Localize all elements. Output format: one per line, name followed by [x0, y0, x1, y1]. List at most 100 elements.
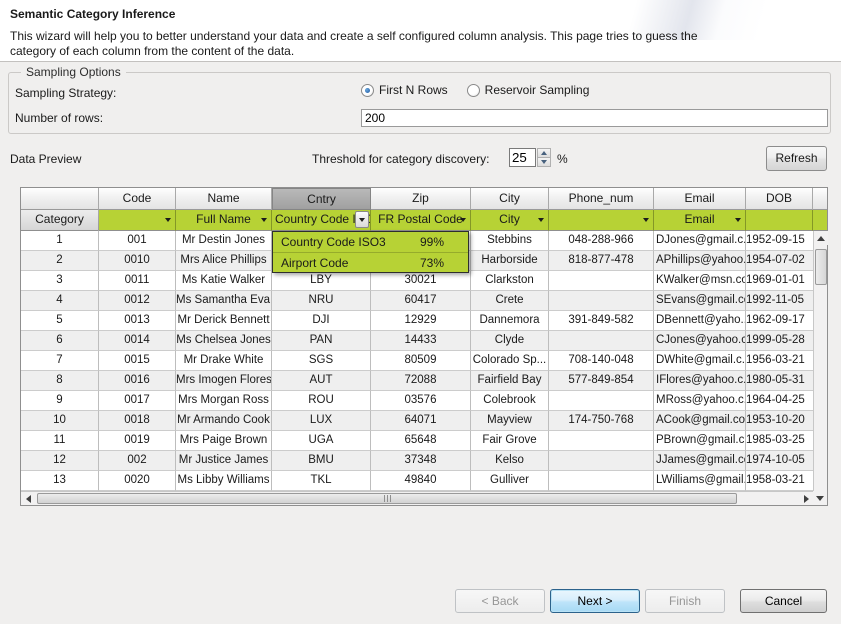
- cell-dob: 1958-03-21: [746, 471, 813, 491]
- cell-code: 0019: [99, 431, 176, 451]
- cell-code: 001: [99, 231, 176, 251]
- cell-zip: 49840: [371, 471, 471, 491]
- cell-cntry: TKL: [272, 471, 371, 491]
- cell-zip: 64071: [371, 411, 471, 431]
- cell-name: Mr Drake White: [176, 351, 272, 371]
- row-number-cell: 5: [21, 311, 99, 331]
- cell-dob: 1952-09-15: [746, 231, 813, 251]
- horizontal-scroll-thumb[interactable]: [37, 493, 737, 504]
- cell-zip: 65648: [371, 431, 471, 451]
- description-line-2: category of each column from the content…: [10, 44, 698, 59]
- category-select-dob[interactable]: [746, 210, 813, 231]
- cell-email: SEvans@gmail.com: [654, 291, 746, 311]
- dropdown-item[interactable]: Country Code ISO3 99%: [273, 232, 468, 252]
- table-header-row: Code Name Cntry Zip City Phone_num Email…: [21, 188, 827, 210]
- scroll-right-icon: [804, 495, 809, 503]
- category-select-email[interactable]: Email: [654, 210, 746, 231]
- cell-name: Ms Samantha Eva...: [176, 291, 272, 311]
- row-number-cell: 2: [21, 251, 99, 271]
- cell-code: 0017: [99, 391, 176, 411]
- threshold-unit: %: [557, 152, 568, 166]
- cell-name: Mr Destin Jones: [176, 231, 272, 251]
- category-select-city[interactable]: City: [471, 210, 549, 231]
- cell-cntry: ROU: [272, 391, 371, 411]
- row-number-cell: 6: [21, 331, 99, 351]
- cell-city: Colorado Sp...: [471, 351, 549, 371]
- cell-name: Mr Derick Bennett: [176, 311, 272, 331]
- finish-button[interactable]: Finish: [645, 589, 725, 613]
- thumb-grip-icon: [384, 495, 385, 502]
- horizontal-scrollbar[interactable]: [21, 491, 813, 505]
- row-number-cell: 3: [21, 271, 99, 291]
- cancel-button[interactable]: Cancel: [740, 589, 827, 613]
- description-line-1: This wizard will help you to better unde…: [10, 29, 698, 44]
- category-select-name[interactable]: Full Name: [176, 210, 272, 231]
- back-button[interactable]: < Back: [455, 589, 545, 613]
- cell-email: APhillips@yahoo...: [654, 251, 746, 271]
- number-of-rows-input[interactable]: [361, 109, 828, 127]
- spinner-down-icon: [541, 160, 547, 164]
- cell-city: Fair Grove: [471, 431, 549, 451]
- scroll-down-button[interactable]: [813, 491, 827, 505]
- row-number-cell: 12: [21, 451, 99, 471]
- column-header-city[interactable]: City: [471, 188, 549, 210]
- first-n-rows-radio[interactable]: [361, 84, 374, 97]
- cell-code: 0011: [99, 271, 176, 291]
- column-header-zip[interactable]: Zip: [371, 188, 471, 210]
- cell-name: Ms Chelsea Jones: [176, 331, 272, 351]
- scroll-up-button[interactable]: [814, 231, 828, 245]
- scroll-left-button[interactable]: [21, 492, 35, 505]
- table-row: 110019Mrs Paige BrownUGA65648Fair GroveP…: [21, 431, 827, 451]
- reservoir-sampling-label[interactable]: Reservoir Sampling: [485, 83, 590, 97]
- next-button[interactable]: Next >: [550, 589, 640, 613]
- category-select-zip[interactable]: FR Postal Code: [371, 210, 471, 231]
- chevron-down-icon: [538, 218, 544, 222]
- dropdown-item[interactable]: Airport Code 73%: [273, 252, 468, 272]
- refresh-button[interactable]: Refresh: [766, 146, 827, 171]
- combo-open-button[interactable]: [355, 211, 369, 228]
- data-preview-label: Data Preview: [10, 152, 81, 166]
- cell-code: 0020: [99, 471, 176, 491]
- cell-code: 0013: [99, 311, 176, 331]
- first-n-rows-label[interactable]: First N Rows: [379, 83, 448, 97]
- column-header-dob[interactable]: DOB: [746, 188, 813, 210]
- cell-phone: [549, 431, 654, 451]
- cell-dob: 1980-05-31: [746, 371, 813, 391]
- threshold-label: Threshold for category discovery:: [312, 152, 489, 166]
- vertical-scrollbar[interactable]: [813, 231, 827, 491]
- row-number-cell: 11: [21, 431, 99, 451]
- cell-name: Ms Katie Walker: [176, 271, 272, 291]
- category-select-cntry[interactable]: Country Code ISO: [272, 210, 371, 231]
- number-of-rows-label: Number of rows:: [15, 111, 103, 125]
- column-header-code[interactable]: Code: [99, 188, 176, 210]
- column-header-phone[interactable]: Phone_num: [549, 188, 654, 210]
- category-select-phone[interactable]: [549, 210, 654, 231]
- column-header-name[interactable]: Name: [176, 188, 272, 210]
- cell-city: Colebrook: [471, 391, 549, 411]
- page-description: This wizard will help you to better unde…: [10, 29, 698, 59]
- cell-code: 002: [99, 451, 176, 471]
- cell-phone: 048-288-966: [549, 231, 654, 251]
- vertical-scroll-thumb[interactable]: [815, 249, 827, 285]
- cell-dob: 1953-10-20: [746, 411, 813, 431]
- cell-email: JJames@gmail.com: [654, 451, 746, 471]
- cell-cntry: UGA: [272, 431, 371, 451]
- cell-code: 0012: [99, 291, 176, 311]
- reservoir-sampling-radio[interactable]: [467, 84, 480, 97]
- scroll-right-button[interactable]: [799, 492, 813, 505]
- spinner-down-button[interactable]: [537, 158, 551, 167]
- column-header-cntry[interactable]: Cntry: [272, 188, 371, 210]
- table-row: 12002Mr Justice JamesBMU37348KelsoJJames…: [21, 451, 827, 471]
- cell-cntry: DJI: [272, 311, 371, 331]
- category-select-code[interactable]: [99, 210, 176, 231]
- cell-dob: 1974-10-05: [746, 451, 813, 471]
- cell-cntry: AUT: [272, 371, 371, 391]
- column-header-blank[interactable]: [21, 188, 99, 210]
- cell-city: Fairfield Bay: [471, 371, 549, 391]
- cell-email: DWhite@gmail.c...: [654, 351, 746, 371]
- cell-email: IFlores@yahoo.c...: [654, 371, 746, 391]
- spinner-up-button[interactable]: [537, 148, 551, 158]
- threshold-input[interactable]: [509, 148, 536, 167]
- table-row: 60014Ms Chelsea JonesPAN14433ClydeCJones…: [21, 331, 827, 351]
- column-header-email[interactable]: Email: [654, 188, 746, 210]
